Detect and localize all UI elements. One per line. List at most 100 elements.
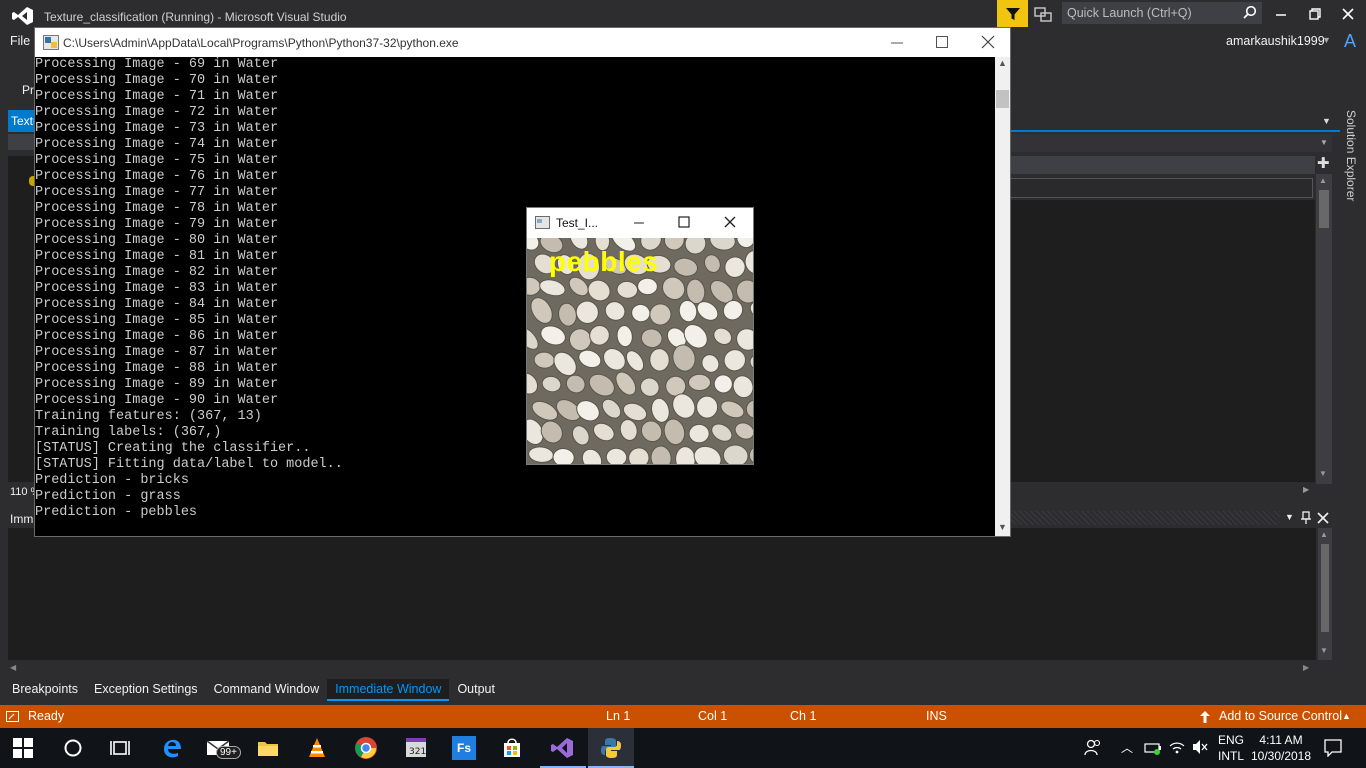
mail-badge: 99+ [216,746,241,759]
notifications-filter-button[interactable] [997,0,1028,27]
imm-scroll-up-icon[interactable]: ▲ [1320,530,1328,539]
console-maximize-icon[interactable] [935,35,949,49]
console-vertical-scrollbar[interactable]: ▲ ▼ [995,57,1010,536]
editor-scroll-thumb[interactable] [1319,190,1329,228]
console-title-bar[interactable]: C:\Users\Admin\AppData\Local\Programs\Py… [35,28,1010,57]
add-to-source-control-button[interactable]: Add to Source Control [1219,709,1342,723]
filter-icon [1005,7,1020,20]
pebble-shape [688,423,710,444]
quick-launch-input[interactable]: Quick Launch (Ctrl+Q) [1062,2,1262,24]
console-line: Processing Image - 78 in Water [35,201,279,216]
input-language[interactable]: ENG INTL [1218,732,1244,768]
console-line: Processing Image - 82 in Water [35,265,279,280]
hscroll-right-arrow-icon[interactable]: ▶ [1303,485,1309,494]
account-avatar[interactable]: A [1339,31,1361,53]
source-control-arrow-icon[interactable]: ▲ [1342,711,1351,721]
imm-hscroll-left-icon[interactable]: ◀ [10,663,16,672]
console-scroll-up-icon[interactable]: ▲ [998,58,1007,68]
language-code: ENG [1218,733,1245,747]
file-explorer-icon[interactable] [256,736,280,760]
scroll-up-arrow-icon[interactable]: ▲ [1319,176,1327,185]
editor-tab-active[interactable]: Textu [8,110,36,132]
task-view-icon[interactable] [108,736,132,760]
panel-close-icon[interactable] [1316,511,1330,525]
volume-muted-icon[interactable] [1191,738,1209,756]
console-minimize-icon[interactable] [890,36,904,50]
action-center-icon[interactable] [1324,739,1342,757]
battery-icon[interactable] [1144,740,1162,756]
film-app-icon[interactable]: 321 [404,736,428,760]
wifi-icon[interactable] [1168,738,1186,756]
editor-left-margin [8,156,34,482]
tool-tab-command-window[interactable]: Command Window [206,679,328,701]
vs-close-icon[interactable] [1340,6,1356,22]
edge-browser-icon[interactable] [160,736,184,760]
account-dropdown-icon[interactable]: ▼ [1322,35,1331,45]
editor-horizontal-scrollbar[interactable]: ▶ [1010,484,1315,498]
tool-window-tabs: Breakpoints Exception Settings Command Win… [0,679,1366,701]
console-line: Processing Image - 87 in Water [35,345,279,360]
imm-scroll-down-icon[interactable]: ▼ [1320,646,1328,655]
store-icon[interactable] [500,736,524,760]
tab-dropdown-icon[interactable]: ▼ [1322,116,1331,126]
chrome-icon[interactable] [354,736,378,760]
console-scroll-down-icon[interactable]: ▼ [998,522,1007,532]
python-console-window[interactable]: C:\Users\Admin\AppData\Local\Programs\Py… [34,27,1011,537]
fs-app-icon[interactable]: Fs [452,736,476,760]
mail-app-icon[interactable]: 99+ [206,736,241,760]
immediate-horizontal-scrollbar[interactable]: ◀ ▶ [8,662,1316,676]
immediate-window-content[interactable] [8,528,1316,660]
vs-restore-icon[interactable] [1307,6,1323,22]
console-line: Processing Image - 80 in Water [35,233,279,248]
console-scroll-thumb[interactable] [996,90,1009,108]
console-line: [STATUS] Creating the classifier.. [35,441,311,456]
tool-tab-output[interactable]: Output [449,679,503,701]
tool-tab-immediate-window[interactable]: Immediate Window [327,679,450,701]
clock[interactable]: 4:11 AM 10/30/2018 [1250,732,1312,768]
image-minimize-icon[interactable] [632,216,646,230]
search-icon [1243,5,1257,19]
console-line: Processing Image - 88 in Water [35,361,279,376]
imm-hscroll-right-icon[interactable]: ▶ [1303,663,1309,672]
window-title: Texture_classification (Running) - Micro… [44,10,347,24]
nav-dropdown-icon[interactable]: ▼ [1320,138,1328,147]
test-image-window[interactable]: Test_I... pebbles [526,207,754,465]
windows-start-icon[interactable] [13,738,33,758]
console-title: C:\Users\Admin\AppData\Local\Programs\Py… [63,36,459,50]
solution-explorer-tab[interactable]: Solution Explorer [1340,110,1358,210]
quick-launch-placeholder: Quick Launch (Ctrl+Q) [1067,6,1192,20]
navigation-bar [1010,134,1332,152]
pebble-shape [696,395,719,419]
vlc-icon[interactable] [305,736,329,760]
vs-minimize-icon[interactable] [1273,6,1289,22]
immediate-vertical-scrollbar[interactable]: ▲ ▼ [1318,528,1332,660]
ready-icon [6,711,19,722]
show-hidden-icons-chevron-icon[interactable]: ︿ [1121,739,1133,768]
live-share-icon[interactable] [1034,5,1052,23]
pin-icon[interactable] [1299,511,1313,525]
publish-arrow-icon[interactable] [1199,710,1211,724]
python-taskbar-button[interactable] [588,728,634,768]
image-close-icon[interactable] [723,215,737,229]
panel-menu-icon[interactable]: ▼ [1285,512,1294,522]
pebble-shape [688,373,711,391]
tool-tab-breakpoints[interactable]: Breakpoints [4,679,86,701]
immediate-scroll-thumb[interactable] [1321,544,1329,632]
menu-file[interactable]: File [10,34,30,48]
tool-tab-exception-settings[interactable]: Exception Settings [86,679,206,701]
python-taskbar-icon [601,738,621,758]
console-close-icon[interactable] [981,35,995,49]
visual-studio-taskbar-button[interactable] [540,728,586,768]
editor-vertical-scrollbar[interactable]: ▲ ▼ [1316,174,1332,484]
member-dropdown[interactable] [1010,156,1315,174]
image-maximize-icon[interactable] [677,215,691,229]
split-editor-icon[interactable]: ✚ [1317,154,1330,172]
immediate-window-title: Imm [10,512,34,526]
left-dropdown[interactable] [8,134,34,150]
code-editor[interactable] [1010,200,1315,482]
image-window-title-bar[interactable]: Test_I... [527,208,753,238]
account-name[interactable]: amarkaushik1999 [1226,34,1325,48]
cortana-icon[interactable] [61,736,85,760]
people-icon[interactable] [1084,738,1102,756]
scroll-down-arrow-icon[interactable]: ▼ [1319,469,1327,478]
